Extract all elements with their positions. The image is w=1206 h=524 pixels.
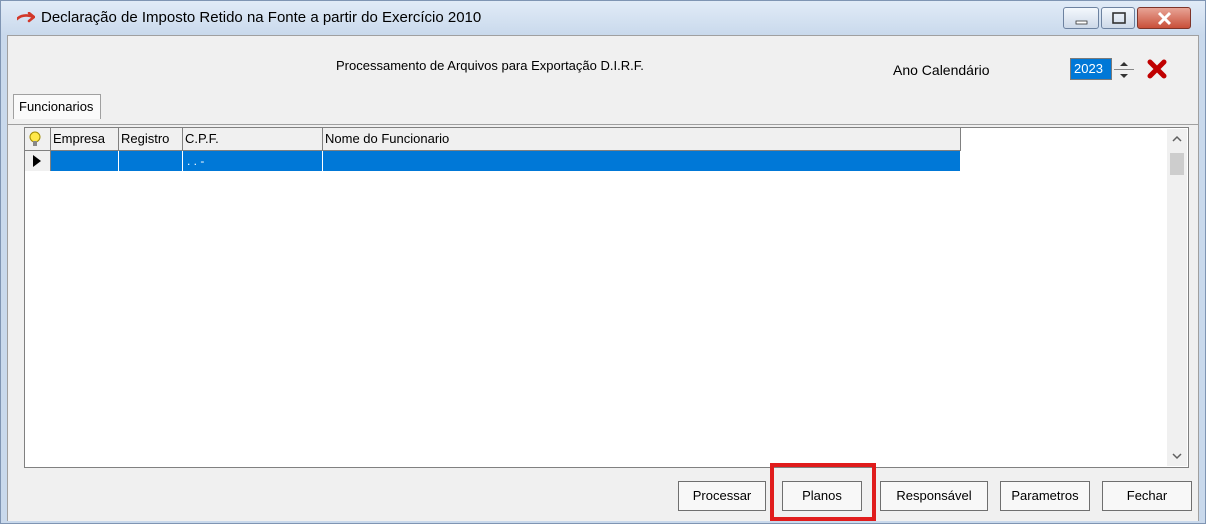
processar-button[interactable]: Processar	[678, 481, 766, 511]
column-nome[interactable]: Nome do Funcionario	[323, 128, 961, 150]
title-bar[interactable]: Declaração de Imposto Retido na Fonte a …	[1, 1, 1205, 35]
planos-button[interactable]: Planos	[782, 481, 862, 511]
page-title: Processamento de Arquivos para Exportaçã…	[336, 58, 644, 73]
grid-header: Empresa Registro C.P.F. Nome do Funciona…	[25, 128, 961, 151]
responsavel-button[interactable]: Responsável	[880, 481, 988, 511]
spin-down-button[interactable]	[1114, 69, 1134, 82]
chevron-down-icon	[1120, 74, 1128, 78]
close-window-button[interactable]	[1137, 7, 1191, 29]
table-row[interactable]: . . -	[25, 151, 961, 171]
minimize-icon	[1075, 20, 1088, 25]
button-bar: Processar Planos Responsável Parametros …	[8, 463, 1198, 521]
app-window: Declaração de Imposto Retido na Fonte a …	[0, 0, 1206, 524]
maximize-icon	[1112, 12, 1126, 24]
ano-calendario-label: Ano Calendário	[893, 62, 990, 78]
column-cpf[interactable]: C.P.F.	[183, 128, 323, 150]
scroll-thumb[interactable]	[1170, 153, 1184, 175]
year-spinner[interactable]	[1114, 56, 1134, 82]
header-panel: Processamento de Arquivos para Exportaçã…	[8, 36, 1198, 87]
column-registro[interactable]: Registro	[119, 128, 183, 150]
year-input[interactable]: 2023	[1070, 58, 1112, 80]
row-indicator	[25, 151, 51, 171]
maximize-button[interactable]	[1101, 7, 1135, 29]
cancel-x-button[interactable]	[1142, 54, 1172, 84]
spin-up-button[interactable]	[1114, 57, 1134, 69]
close-icon	[1157, 11, 1172, 26]
app-arrow-icon	[17, 12, 35, 23]
row-pointer-icon	[33, 155, 41, 167]
cell-cpf[interactable]: . . -	[183, 151, 323, 171]
client-area: Processamento de Arquivos para Exportaçã…	[7, 35, 1199, 521]
tab-content: Empresa Registro C.P.F. Nome do Funciona…	[8, 124, 1198, 521]
funcionarios-grid[interactable]: Empresa Registro C.P.F. Nome do Funciona…	[24, 127, 1189, 468]
minimize-button[interactable]	[1063, 7, 1099, 29]
window-title: Declaração de Imposto Retido na Fonte a …	[41, 9, 482, 26]
vertical-scrollbar[interactable]	[1167, 129, 1187, 466]
scroll-down-icon[interactable]	[1167, 446, 1187, 466]
tab-funcionarios[interactable]: Funcionarios	[13, 94, 102, 119]
column-indicator	[25, 128, 51, 150]
red-x-icon	[1147, 59, 1167, 79]
fechar-button[interactable]: Fechar	[1102, 481, 1192, 511]
cell-nome[interactable]	[323, 151, 961, 171]
parametros-button[interactable]: Parametros	[1000, 481, 1090, 511]
tab-strip: Funcionarios	[8, 86, 1198, 126]
scroll-up-icon[interactable]	[1167, 129, 1187, 149]
cell-registro[interactable]	[119, 151, 183, 171]
column-empresa[interactable]: Empresa	[51, 128, 119, 150]
lightbulb-icon	[29, 131, 41, 146]
cell-empresa[interactable]	[51, 151, 119, 171]
